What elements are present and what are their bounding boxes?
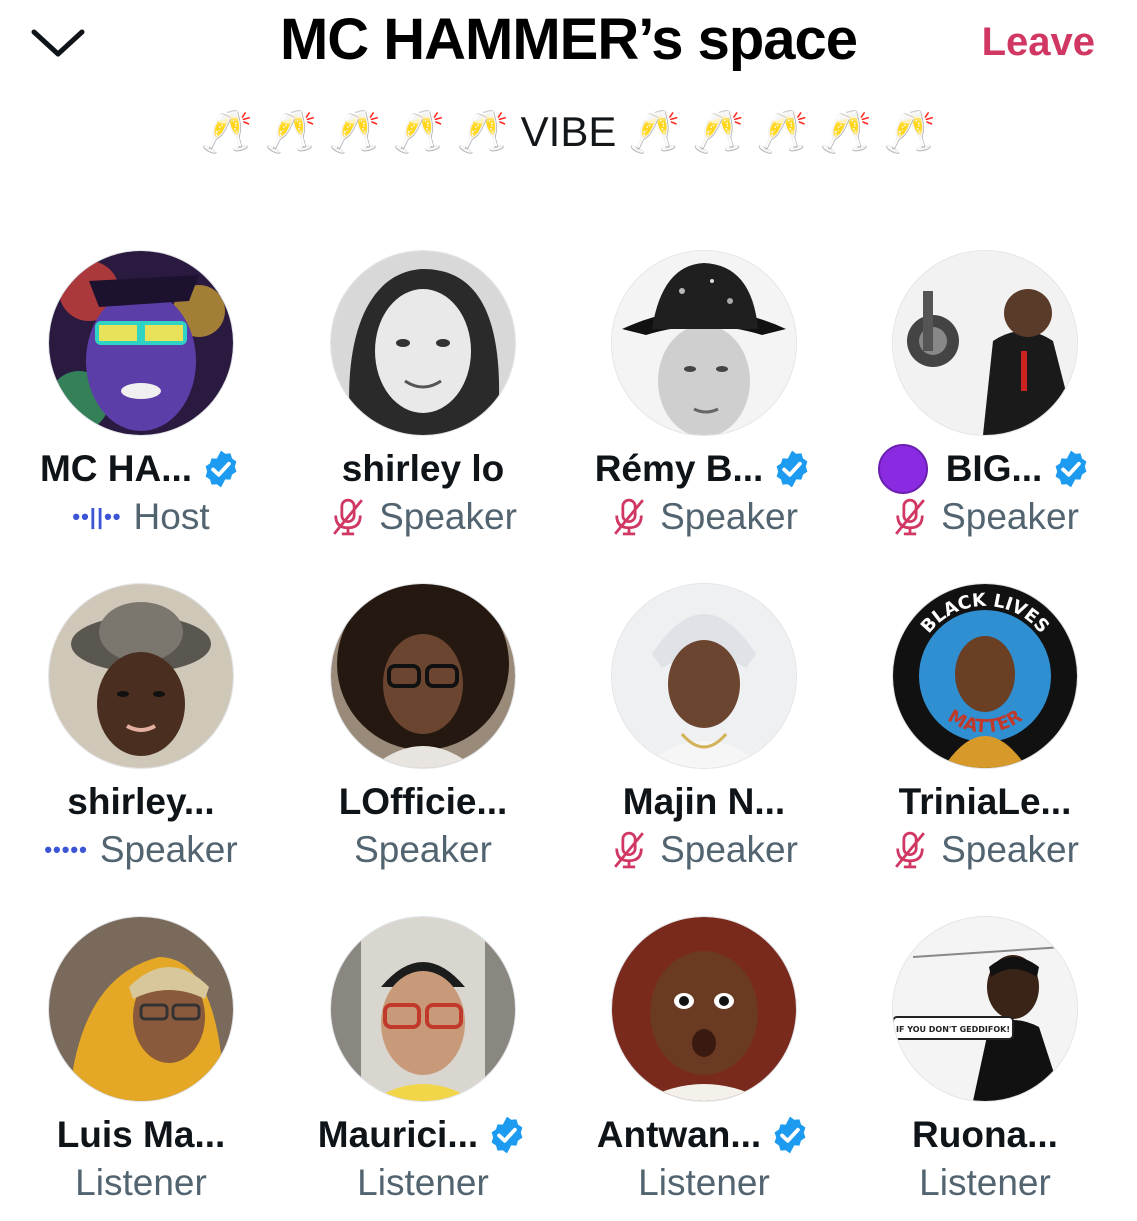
- participant-name: Majin N...: [622, 781, 786, 822]
- avatar[interactable]: IF YOU DON'T GEDDIFOK!: [892, 916, 1078, 1102]
- space-topic: 🥂 🥂 🥂 🥂 🥂 VIBE 🥂 🥂 🥂 🥂 🥂: [200, 108, 937, 155]
- participant-card[interactable]: Maurici... Listener: [282, 916, 564, 1206]
- participant-name: BIG...: [945, 448, 1043, 489]
- purple-circle-icon: [877, 444, 928, 494]
- participant-card[interactable]: Luis Ma... Listener: [0, 916, 282, 1206]
- verified-badge-icon: [491, 1116, 523, 1154]
- participant-card[interactable]: MC HA... ••||•• Host: [0, 250, 282, 540]
- mic-off-icon: [333, 498, 364, 536]
- space-title: MC HAMMER’s space: [279, 7, 858, 72]
- verified-badge-icon: [205, 450, 237, 488]
- participant-role: Speaker: [660, 829, 798, 870]
- talking-indicator-icon: •••••: [44, 837, 88, 862]
- participant-card[interactable]: shirley... ••••• Speaker: [0, 583, 282, 873]
- participant-name: TriniaLe...: [898, 781, 1072, 822]
- participant-role: Speaker: [941, 829, 1079, 870]
- participant-role: Speaker: [99, 829, 238, 870]
- mic-off-icon: [895, 831, 926, 869]
- participant-name: Antwan...: [596, 1114, 762, 1155]
- leave-button[interactable]: Leave: [982, 20, 1095, 65]
- participant-role: Speaker: [354, 829, 492, 870]
- mic-off-icon: [614, 498, 645, 536]
- participant-card[interactable]: Rémy B... Speaker: [563, 250, 845, 540]
- avatar[interactable]: [892, 250, 1078, 436]
- participant-name: Ruona...: [912, 1114, 1058, 1155]
- participant-card[interactable]: shirley lo Speaker: [282, 250, 564, 540]
- participant-card[interactable]: Antwan... Listener: [563, 916, 845, 1206]
- mic-off-icon: [614, 831, 645, 869]
- participant-name: LOfficie...: [338, 781, 508, 822]
- avatar[interactable]: [48, 916, 234, 1102]
- avatar[interactable]: [611, 583, 797, 769]
- avatar[interactable]: [611, 250, 797, 436]
- participant-role: Listener: [357, 1162, 489, 1203]
- participant-role: Speaker: [660, 496, 798, 537]
- participant-name: Rémy B...: [594, 448, 764, 489]
- participant-card[interactable]: LOfficie... Speaker: [282, 583, 564, 873]
- participant-card[interactable]: IF YOU DON'T GEDDIFOK! Ruona... Listener: [844, 916, 1126, 1206]
- verified-badge-icon: [774, 1116, 806, 1154]
- participant-role: Listener: [919, 1162, 1051, 1203]
- participant-card[interactable]: BIG... Speaker: [844, 250, 1126, 540]
- avatar[interactable]: BLACK LIVES MATTER: [892, 583, 1078, 769]
- verified-badge-icon: [776, 450, 808, 488]
- avatar[interactable]: [330, 916, 516, 1102]
- verified-badge-icon: [1055, 450, 1087, 488]
- participant-role: Speaker: [941, 496, 1079, 537]
- participant-name: shirley...: [67, 781, 215, 822]
- participant-name: Maurici...: [317, 1114, 479, 1155]
- avatar[interactable]: [330, 250, 516, 436]
- participant-name: Luis Ma...: [56, 1114, 226, 1155]
- avatar[interactable]: [48, 583, 234, 769]
- talking-indicator-icon: ••||••: [72, 504, 122, 529]
- space-header: MC HAMMER’s space Leave: [0, 0, 1137, 90]
- avatar-sign-text: IF YOU DON'T GEDDIFOK!: [896, 1025, 1010, 1034]
- avatar[interactable]: [48, 250, 234, 436]
- avatar[interactable]: [611, 916, 797, 1102]
- participant-card[interactable]: Majin N... Speaker: [563, 583, 845, 873]
- participant-role: Listener: [75, 1162, 207, 1203]
- participant-role: Listener: [638, 1162, 770, 1203]
- mic-off-icon: [895, 498, 926, 536]
- participant-role: Speaker: [379, 496, 517, 537]
- participant-name: shirley lo: [341, 448, 505, 489]
- participant-name: MC HA...: [39, 448, 193, 489]
- avatar[interactable]: [330, 583, 516, 769]
- participant-card[interactable]: BLACK LIVES MATTER TriniaLe... Speaker: [844, 583, 1126, 873]
- participant-role: Host: [133, 496, 210, 537]
